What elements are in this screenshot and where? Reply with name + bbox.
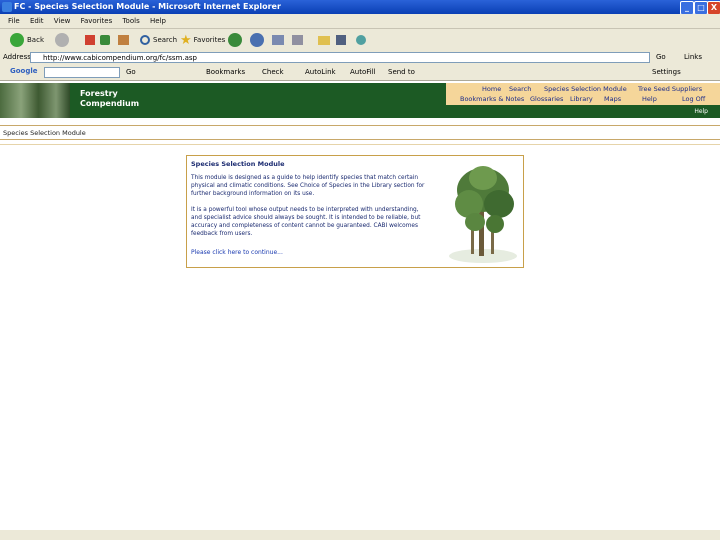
links-button[interactable]: Links bbox=[684, 53, 702, 61]
intro-paragraph-1: This module is designed as a guide to he… bbox=[191, 175, 425, 197]
research-button[interactable] bbox=[336, 32, 346, 48]
search-icon bbox=[140, 35, 150, 45]
divider bbox=[0, 144, 720, 145]
favorites-button[interactable]: ★ Favorites bbox=[180, 32, 225, 48]
research-icon bbox=[336, 35, 346, 45]
messenger-icon bbox=[356, 35, 366, 45]
ie-icon bbox=[2, 2, 12, 12]
go-button[interactable]: Go bbox=[656, 53, 666, 61]
divider bbox=[0, 139, 720, 140]
nav-bookmarks[interactable]: Bookmarks & Notes bbox=[460, 95, 524, 103]
intro-card: Species Selection Module This module is … bbox=[186, 155, 524, 268]
card-title: Species Selection Module bbox=[191, 160, 285, 168]
address-bar: Address http://www.cabicompendium.org/fc… bbox=[0, 51, 720, 66]
media-button[interactable] bbox=[228, 32, 245, 48]
google-autolink-button[interactable]: AutoLink bbox=[305, 68, 336, 76]
forest-banner-image bbox=[0, 83, 70, 118]
google-settings-button[interactable]: Settings bbox=[652, 68, 681, 76]
menu-view[interactable]: View bbox=[54, 17, 71, 25]
google-go-button[interactable]: Go bbox=[126, 68, 136, 76]
stop-button[interactable] bbox=[85, 32, 95, 48]
folder-button[interactable] bbox=[318, 32, 330, 48]
folder-icon bbox=[318, 35, 330, 45]
google-bookmarks-button[interactable]: Bookmarks bbox=[206, 68, 245, 76]
menu-edit[interactable]: Edit bbox=[30, 17, 44, 25]
history-icon bbox=[250, 33, 264, 47]
nav-log-off[interactable]: Log Off bbox=[682, 95, 705, 103]
address-input[interactable]: http://www.cabicompendium.org/fc/ssm.asp bbox=[30, 52, 650, 63]
forward-arrow-icon bbox=[55, 33, 69, 47]
menu-favorites[interactable]: Favorites bbox=[81, 17, 113, 25]
tree-illustration bbox=[449, 166, 517, 263]
window-title: FC - Species Selection Module - Microsof… bbox=[14, 2, 281, 11]
google-sendto-button[interactable]: Send to bbox=[388, 68, 415, 76]
print-button[interactable] bbox=[292, 32, 303, 48]
site-title: Forestry Compendium bbox=[80, 89, 140, 108]
nav-help[interactable]: Help bbox=[642, 95, 657, 103]
back-button[interactable]: Back bbox=[10, 32, 44, 48]
mail-button[interactable] bbox=[272, 32, 284, 48]
media-icon bbox=[228, 33, 242, 47]
refresh-button[interactable] bbox=[100, 32, 110, 48]
maximize-button[interactable]: □ bbox=[694, 1, 708, 15]
menu-help[interactable]: Help bbox=[150, 17, 166, 25]
site-navigation: Home Search Species Selection Module Tre… bbox=[446, 83, 720, 105]
standard-toolbar: Back Search ★ Favorites bbox=[0, 29, 720, 52]
home-button[interactable] bbox=[118, 32, 129, 48]
menu-file[interactable]: File bbox=[8, 17, 20, 25]
google-toolbar: Google Go Bookmarks Check AutoLink AutoF… bbox=[0, 65, 720, 81]
address-label: Address bbox=[3, 53, 31, 61]
help-link[interactable]: Help bbox=[694, 108, 708, 115]
google-check-button[interactable]: Check bbox=[262, 68, 284, 76]
history-button[interactable] bbox=[250, 32, 267, 48]
google-logo: Google bbox=[10, 67, 38, 75]
menu-bar: File Edit View Favorites Tools Help bbox=[0, 14, 720, 29]
menu-tools[interactable]: Tools bbox=[122, 17, 139, 25]
stop-icon bbox=[85, 35, 95, 45]
divider bbox=[0, 125, 720, 126]
nav-home[interactable]: Home bbox=[482, 85, 501, 93]
close-button[interactable]: X bbox=[707, 1, 720, 15]
home-icon bbox=[118, 35, 129, 45]
window-title-bar: FC - Species Selection Module - Microsof… bbox=[0, 0, 720, 15]
star-icon: ★ bbox=[180, 32, 192, 48]
nav-glossaries[interactable]: Glossaries bbox=[530, 95, 563, 103]
messenger-button[interactable] bbox=[356, 32, 366, 48]
mail-icon bbox=[272, 35, 284, 45]
google-autofill-button[interactable]: AutoFill bbox=[350, 68, 376, 76]
module-breadcrumb: Species Selection Module bbox=[3, 129, 86, 137]
site-banner: Forestry Compendium Home Search Species … bbox=[0, 83, 720, 118]
nav-species-selection[interactable]: Species Selection Module bbox=[544, 85, 627, 93]
nav-tree-seed-suppliers[interactable]: Tree Seed Suppliers bbox=[638, 85, 702, 93]
refresh-icon bbox=[100, 35, 110, 45]
print-icon bbox=[292, 35, 303, 45]
minimize-button[interactable]: _ bbox=[680, 1, 694, 15]
forward-button[interactable] bbox=[55, 32, 72, 48]
search-button[interactable]: Search bbox=[140, 32, 177, 48]
intro-paragraph-2: It is a powerful tool whose output needs… bbox=[191, 207, 421, 237]
nav-search[interactable]: Search bbox=[509, 85, 531, 93]
status-bar bbox=[0, 530, 720, 540]
google-search-input[interactable] bbox=[44, 67, 120, 78]
nav-library[interactable]: Library bbox=[570, 95, 593, 103]
continue-link[interactable]: Please click here to continue... bbox=[191, 249, 283, 256]
nav-maps[interactable]: Maps bbox=[604, 95, 621, 103]
back-arrow-icon bbox=[10, 33, 24, 47]
